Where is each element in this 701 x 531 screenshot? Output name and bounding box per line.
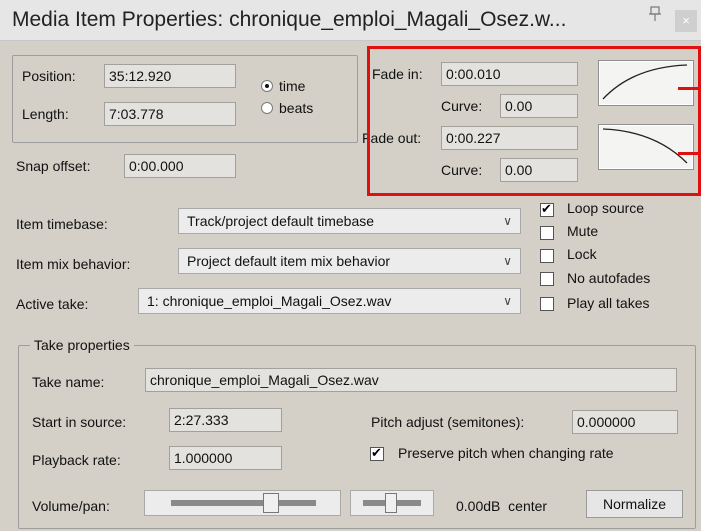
playback-rate-label: Playback rate: — [32, 452, 121, 468]
chevron-down-icon: ∨ — [503, 214, 512, 228]
volume-slider[interactable] — [144, 490, 341, 516]
mute-checkbox[interactable] — [540, 226, 554, 240]
time-radio-label: time — [279, 78, 306, 94]
take-properties-heading: Take properties — [30, 337, 134, 353]
item-timebase-select[interactable]: Track/project default timebase ∨ — [178, 208, 521, 234]
time-radio[interactable] — [261, 80, 273, 92]
play-all-takes-checkbox[interactable] — [540, 297, 554, 311]
loop-source-checkbox[interactable] — [540, 201, 554, 217]
length-label: Length: — [22, 106, 69, 122]
active-take-value: 1: chronique_emploi_Magali_Osez.wav — [147, 293, 392, 309]
loop-source-label: Loop source — [567, 200, 645, 216]
chevron-down-icon: ∨ — [503, 254, 512, 268]
item-mix-select[interactable]: Project default item mix behavior ∨ — [178, 248, 521, 274]
beats-radio[interactable] — [261, 102, 273, 114]
item-mix-label: Item mix behavior: — [16, 256, 131, 272]
take-name-field[interactable]: chronique_emploi_Magali_Osez.wav — [145, 368, 677, 392]
no-autofades-checkbox[interactable] — [540, 272, 554, 286]
chevron-down-icon: ∨ — [503, 294, 512, 308]
volume-pan-label: Volume/pan: — [32, 498, 110, 514]
active-take-select[interactable]: 1: chronique_emploi_Magali_Osez.wav ∨ — [138, 288, 521, 314]
preserve-pitch-checkbox[interactable] — [370, 445, 384, 461]
preserve-pitch-label: Preserve pitch when changing rate — [398, 445, 614, 461]
snap-offset-label: Snap offset: — [16, 158, 91, 174]
pitch-adjust-field[interactable]: 0.000000 — [572, 410, 678, 434]
highlight-box — [367, 46, 701, 196]
start-in-source-field[interactable]: 2:27.333 — [169, 408, 282, 432]
highlight-pointer-fade-out — [678, 152, 701, 155]
close-button[interactable]: × — [675, 10, 697, 32]
pan-slider[interactable] — [350, 490, 434, 516]
item-timebase-value: Track/project default timebase — [187, 213, 375, 229]
window-title: Media Item Properties: chronique_emploi_… — [12, 8, 567, 31]
highlight-pointer-fade-in — [678, 87, 701, 90]
volume-slider-thumb[interactable] — [263, 493, 279, 513]
snap-offset-field[interactable]: 0:00.000 — [124, 154, 236, 178]
item-mix-value: Project default item mix behavior — [187, 253, 391, 269]
lock-checkbox[interactable] — [540, 249, 554, 263]
volume-pan-readout: 0.00dB center — [456, 498, 548, 514]
no-autofades-label: No autofades — [567, 270, 651, 286]
pin-icon[interactable] — [648, 6, 662, 22]
position-label: Position: — [22, 68, 76, 84]
pitch-adjust-label: Pitch adjust (semitones): — [371, 414, 525, 430]
active-take-label: Active take: — [16, 296, 89, 312]
normalize-button[interactable]: Normalize — [586, 490, 683, 518]
mute-label: Mute — [567, 223, 599, 239]
length-field[interactable]: 7:03.778 — [104, 102, 236, 126]
start-in-source-label: Start in source: — [32, 414, 127, 430]
lock-label: Lock — [567, 246, 597, 262]
playback-rate-field[interactable]: 1.000000 — [169, 446, 282, 470]
take-name-label: Take name: — [32, 374, 105, 390]
volume-slider-track — [171, 500, 316, 506]
play-all-takes-label: Play all takes — [567, 295, 650, 311]
pan-slider-thumb[interactable] — [385, 493, 397, 513]
position-field[interactable]: 35:12.920 — [104, 64, 236, 88]
item-timebase-label: Item timebase: — [16, 216, 108, 232]
beats-radio-label: beats — [279, 100, 314, 116]
